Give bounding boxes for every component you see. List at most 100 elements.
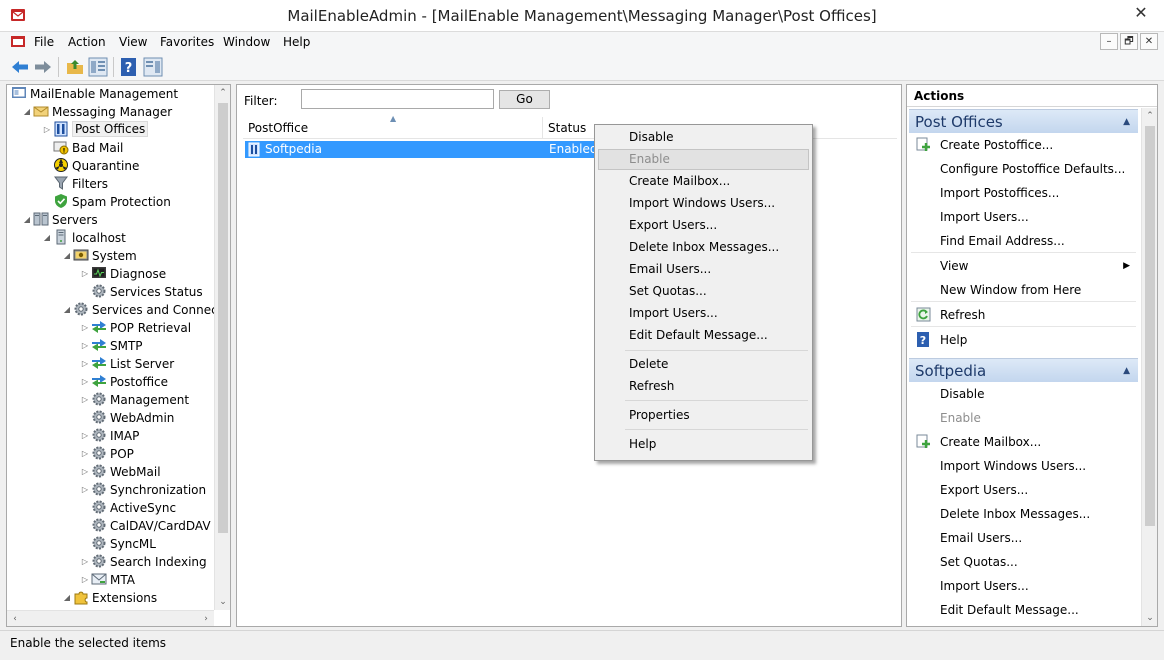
action-item[interactable]: View ▶ <box>909 254 1138 278</box>
collapse-arrow-icon[interactable]: ▲ <box>1123 359 1130 383</box>
filter-input[interactable] <box>301 89 494 109</box>
actions-section-header[interactable]: Post Offices ▲ <box>909 109 1138 133</box>
action-item[interactable]: Configure Postoffice Defaults... <box>909 157 1138 181</box>
action-item[interactable]: Import Users... <box>909 574 1138 598</box>
tree-node[interactable]: SyncML <box>79 535 156 553</box>
show-hide-action-pane-icon[interactable] <box>143 57 163 77</box>
action-item[interactable]: Delete Inbox Messages... <box>909 502 1138 526</box>
context-menu-item[interactable]: Delete <box>598 354 809 375</box>
tree-scroll-thumb[interactable] <box>218 103 228 533</box>
menu-action[interactable]: Action <box>68 32 106 53</box>
action-item[interactable]: Set Quotas... <box>909 550 1138 574</box>
tree-node[interactable]: ◢ Messaging Manager <box>21 103 172 121</box>
context-menu-item[interactable]: Disable <box>598 127 809 148</box>
menu-favorites[interactable]: Favorites <box>160 32 214 53</box>
help-icon[interactable]: ? <box>119 57 139 77</box>
tree-horizontal-scrollbar[interactable]: ‹ › <box>7 610 214 626</box>
mdi-minimize-button[interactable]: – <box>1100 33 1118 50</box>
actions-vertical-scrollbar[interactable]: ⌃ ⌄ <box>1141 108 1157 626</box>
scroll-up-arrow-icon[interactable]: ⌃ <box>1142 108 1157 124</box>
collapsed-arrow-icon[interactable]: ▷ <box>79 337 91 355</box>
tree-node[interactable]: ◢ Extensions <box>61 589 157 607</box>
context-menu-item[interactable]: Email Users... <box>598 259 809 280</box>
context-menu-item[interactable]: Properties <box>598 405 809 426</box>
action-item[interactable]: Disable <box>909 382 1138 406</box>
tree-vertical-scrollbar[interactable]: ⌃ ⌄ <box>214 85 230 610</box>
action-item[interactable]: Enable <box>909 406 1138 430</box>
tree-node[interactable]: Quarantine <box>41 157 139 175</box>
expanded-arrow-icon[interactable]: ◢ <box>61 247 73 265</box>
back-arrow-icon[interactable] <box>10 57 30 77</box>
forward-arrow-icon[interactable] <box>33 57 53 77</box>
context-menu-item[interactable]: Delete Inbox Messages... <box>598 237 809 258</box>
collapsed-arrow-icon[interactable]: ▷ <box>79 463 91 481</box>
action-item[interactable]: Create Mailbox... <box>909 430 1138 454</box>
scroll-down-arrow-icon[interactable]: ⌄ <box>1142 610 1157 626</box>
collapse-arrow-icon[interactable]: ▲ <box>1123 110 1130 134</box>
scroll-left-arrow-icon[interactable]: ‹ <box>7 611 23 626</box>
action-item[interactable]: Import Users... <box>909 205 1138 229</box>
collapsed-arrow-icon[interactable]: ▷ <box>79 373 91 391</box>
table-row[interactable]: Softpedia Enabled <box>245 141 598 158</box>
tree-node[interactable]: ◢ localhost <box>41 229 126 247</box>
tree-node[interactable]: Filters <box>41 175 108 193</box>
collapsed-arrow-icon[interactable]: ▷ <box>79 355 91 373</box>
scroll-right-arrow-icon[interactable]: › <box>198 611 214 626</box>
action-item[interactable]: Create Postoffice... <box>909 133 1138 157</box>
tree-node[interactable]: ▷ SMTP <box>79 337 143 355</box>
tree-node[interactable]: WebAdmin <box>79 409 174 427</box>
tree-node[interactable]: Spam Protection <box>41 193 171 211</box>
collapsed-arrow-icon[interactable]: ▷ <box>79 391 91 409</box>
action-item[interactable]: Import Windows Users... <box>909 454 1138 478</box>
collapsed-arrow-icon[interactable]: ▷ <box>79 427 91 445</box>
tree-node[interactable]: ▷ Synchronization <box>79 481 206 499</box>
collapsed-arrow-icon[interactable]: ▷ <box>41 121 53 139</box>
show-hide-tree-icon[interactable] <box>88 57 108 77</box>
tree-node[interactable]: ▷ POP Retrieval <box>79 319 191 337</box>
tree-node[interactable]: ◢ Services and Connectors <box>61 301 230 319</box>
collapsed-arrow-icon[interactable]: ▷ <box>79 481 91 499</box>
actions-scroll-thumb[interactable] <box>1145 126 1155 526</box>
expanded-arrow-icon[interactable]: ◢ <box>61 301 73 319</box>
tree-node[interactable]: Services Status <box>79 283 203 301</box>
mdi-restore-button[interactable]: 🗗 <box>1120 33 1138 50</box>
tree-node[interactable]: ▷ Post Offices <box>41 121 149 139</box>
menu-view[interactable]: View <box>119 32 147 53</box>
collapsed-arrow-icon[interactable]: ▷ <box>79 553 91 571</box>
tree-node[interactable]: ActiveSync <box>79 499 176 517</box>
tree-node[interactable]: ! Bad Mail <box>41 139 123 157</box>
tree-node[interactable]: MailEnable Management <box>11 85 178 103</box>
menu-window[interactable]: Window <box>223 32 270 53</box>
go-button[interactable]: Go <box>499 90 550 109</box>
tree-node[interactable]: CalDAV/CardDAV <box>79 517 211 535</box>
window-close-button[interactable]: ✕ <box>1118 0 1164 26</box>
collapsed-arrow-icon[interactable]: ▷ <box>79 265 91 283</box>
menu-file[interactable]: File <box>34 32 54 53</box>
tree-node[interactable]: ◢ Servers <box>21 211 98 229</box>
context-menu-item[interactable]: Help <box>598 434 809 455</box>
collapsed-arrow-icon[interactable]: ▷ <box>79 571 91 589</box>
tree-node[interactable]: ▷ WebMail <box>79 463 161 481</box>
actions-section-header[interactable]: Softpedia ▲ <box>909 358 1138 382</box>
action-item[interactable]: Import Postoffices... <box>909 181 1138 205</box>
tree-node[interactable]: ▷ Diagnose <box>79 265 166 283</box>
tree-node[interactable]: ◢ System <box>61 247 137 265</box>
context-menu-item[interactable]: Edit Default Message... <box>598 325 809 346</box>
action-item[interactable]: ? Help <box>909 328 1138 352</box>
tree-node[interactable]: ▷ List Server <box>79 355 174 373</box>
mdi-close-button[interactable]: ✕ <box>1140 33 1158 50</box>
tree-node[interactable]: ▷ MTA <box>79 571 135 589</box>
action-item[interactable]: Export Users... <box>909 478 1138 502</box>
context-menu-item[interactable]: Import Windows Users... <box>598 193 809 214</box>
collapsed-arrow-icon[interactable]: ▷ <box>79 319 91 337</box>
tree-node[interactable]: ▷ POP <box>79 445 134 463</box>
context-menu-item[interactable]: Enable <box>598 149 809 170</box>
context-menu-item[interactable]: Create Mailbox... <box>598 171 809 192</box>
action-item[interactable]: Email Users... <box>909 526 1138 550</box>
scroll-up-arrow-icon[interactable]: ⌃ <box>215 85 230 101</box>
expanded-arrow-icon[interactable]: ◢ <box>61 589 73 607</box>
tree-node[interactable]: ▷ Search Indexing <box>79 553 207 571</box>
expanded-arrow-icon[interactable]: ◢ <box>41 229 53 247</box>
tree-node[interactable]: ▷ Postoffice <box>79 373 168 391</box>
context-menu-item[interactable]: Refresh <box>598 376 809 397</box>
